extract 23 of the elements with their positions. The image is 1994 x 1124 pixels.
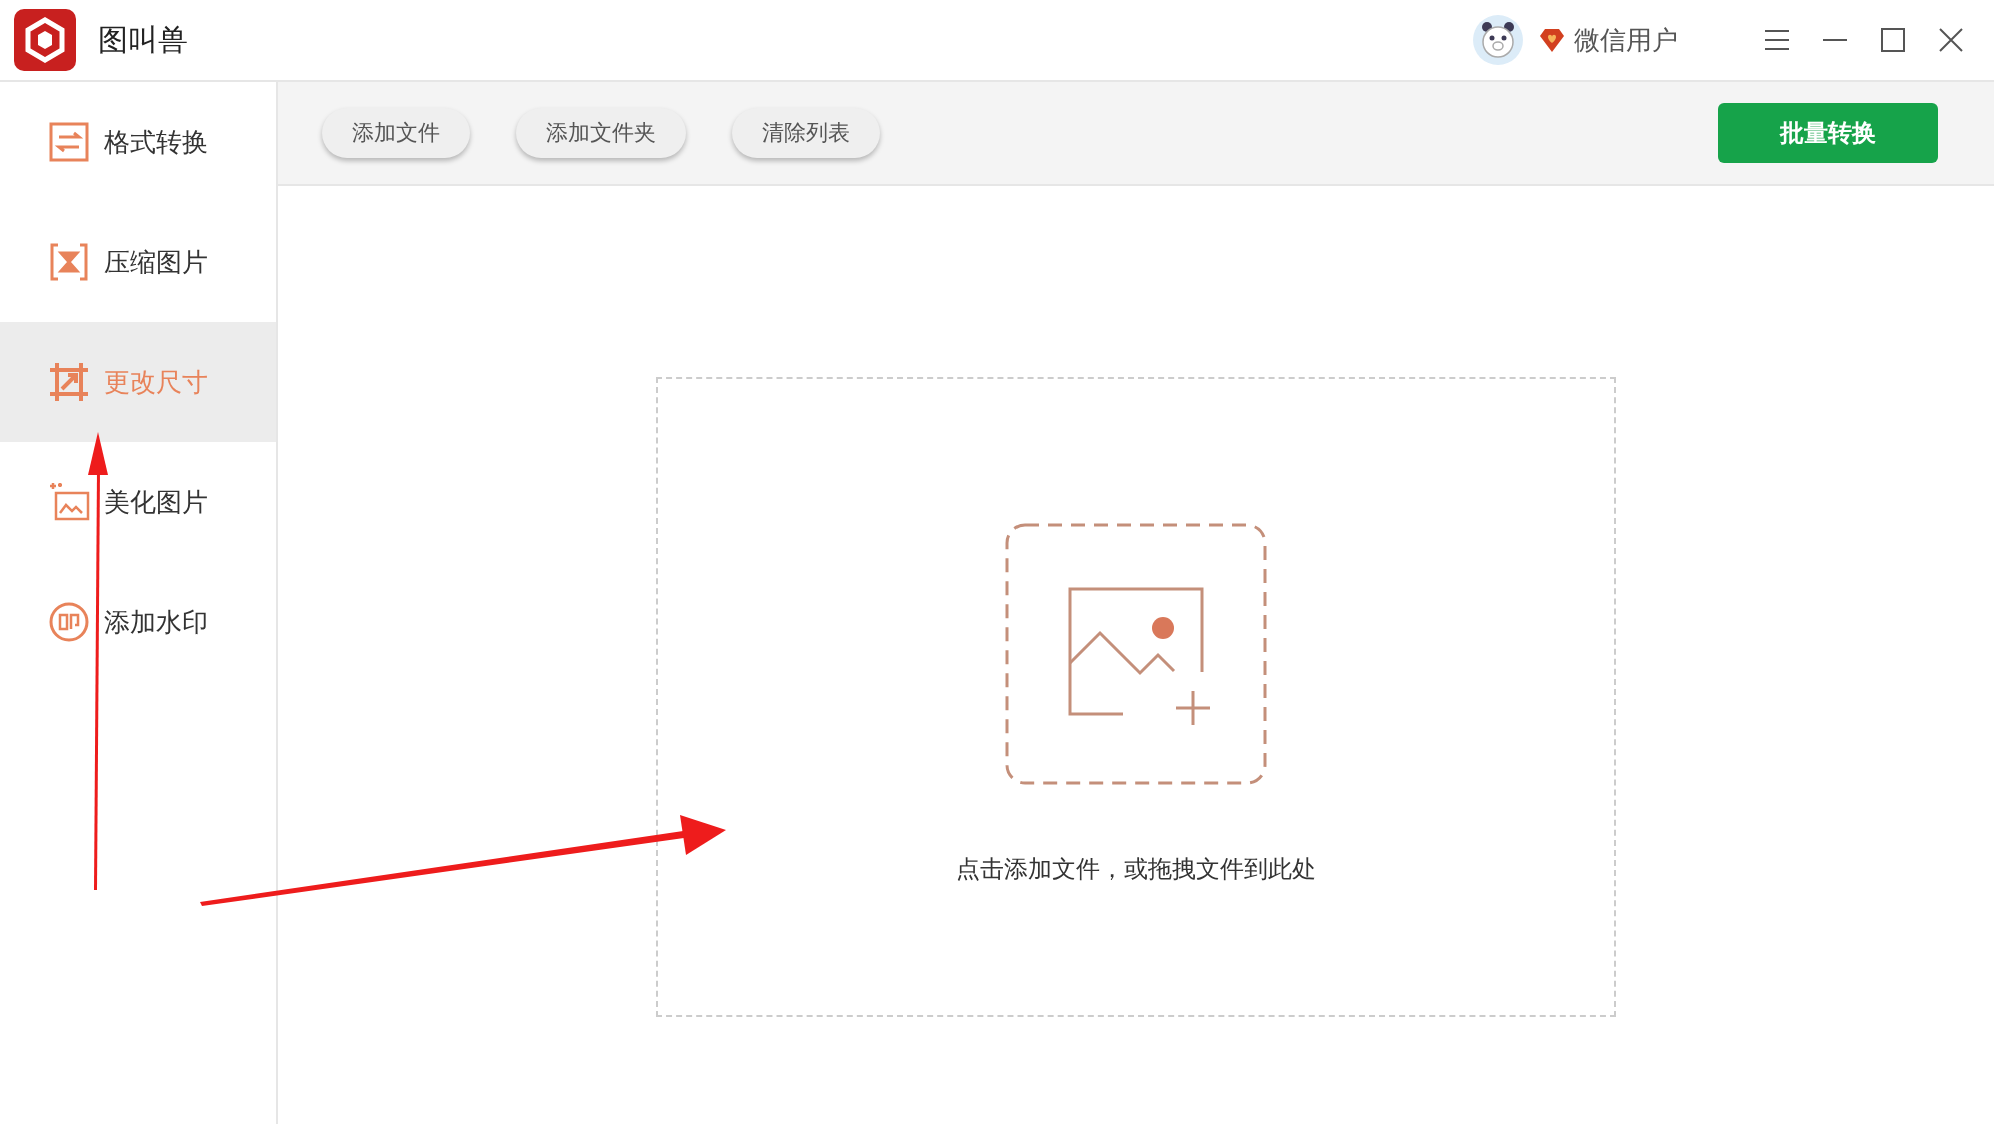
toolbar-button[interactable]: 添加文件 <box>322 108 470 158</box>
sidebar-item[interactable]: 美化图片 <box>0 442 276 562</box>
sidebar-item[interactable]: 格式转换 <box>0 82 276 202</box>
app-title: 图叫兽 <box>98 20 189 59</box>
toolbar-button[interactable]: 清除列表 <box>732 108 880 158</box>
gem-icon <box>1538 26 1566 54</box>
stamp-icon <box>48 601 90 643</box>
maximize-icon[interactable] <box>1881 28 1905 52</box>
panda-avatar-icon[interactable] <box>1472 14 1524 66</box>
sidebar-item[interactable]: 压缩图片 <box>0 202 276 322</box>
menu-icon[interactable] <box>1764 28 1790 52</box>
add-image-icon <box>1005 523 1267 785</box>
compress-icon <box>48 241 90 283</box>
close-icon[interactable] <box>1939 28 1963 52</box>
drop-hint: 点击添加文件，或拖拽文件到此处 <box>956 854 1316 885</box>
sparkle-picture-icon <box>48 481 90 523</box>
toolbar-button[interactable]: 添加文件夹 <box>516 108 686 158</box>
sidebar-item[interactable]: 添加水印 <box>0 562 276 682</box>
swap-arrows-icon <box>48 121 90 163</box>
app-logo <box>14 9 76 71</box>
resize-icon <box>48 361 90 403</box>
minimize-icon[interactable] <box>1823 38 1847 42</box>
user-name[interactable]: 微信用户 <box>1574 22 1678 58</box>
